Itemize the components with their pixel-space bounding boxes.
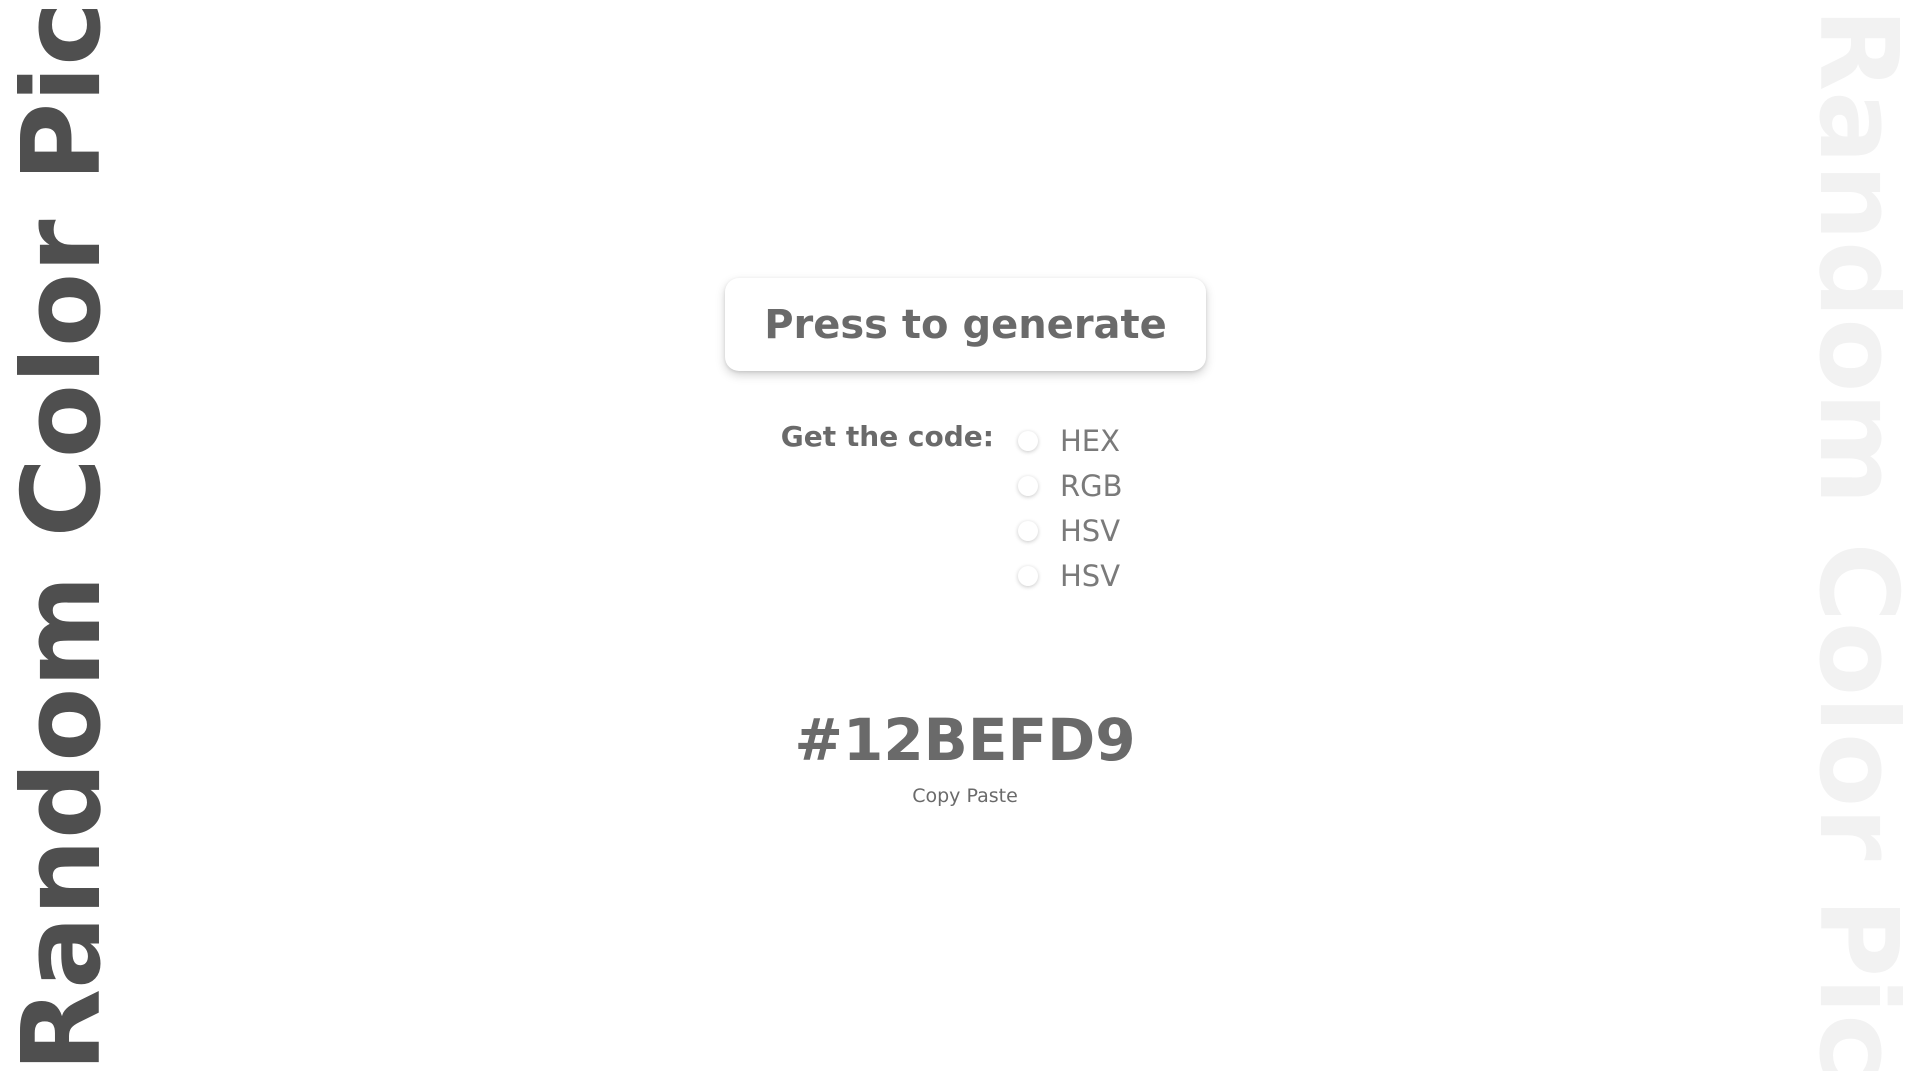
option-hsv-2-label: HSV [1060,558,1121,593]
side-title-right: Random Color Picker [1795,8,1920,1080]
copy-paste-link[interactable]: Copy Paste [840,784,1090,808]
get-code-label: Get the code: [780,420,994,453]
generate-button[interactable]: Press to generate [725,278,1206,371]
option-rgb-label: RGB [1060,468,1123,503]
option-hsv[interactable]: HSV [1018,508,1123,553]
option-rgb[interactable]: RGB [1018,463,1123,508]
option-hsv-2[interactable]: HSV [1018,553,1123,598]
side-title-left: Random Color Picker [0,0,125,1072]
option-hex[interactable]: HEX [1018,418,1123,463]
code-format-options: HEX RGB HSV HSV [1018,418,1123,598]
radio-rgb[interactable] [1018,475,1038,496]
option-hsv-label: HSV [1060,513,1121,548]
page: Random Color Picker Random Color Picker … [0,0,1920,1080]
radio-hex[interactable] [1018,430,1038,451]
radio-hsv[interactable] [1018,520,1038,541]
option-hex-label: HEX [1060,423,1120,458]
radio-hsv-2[interactable] [1018,565,1038,586]
color-code: #12BEFD9 [794,706,1136,774]
